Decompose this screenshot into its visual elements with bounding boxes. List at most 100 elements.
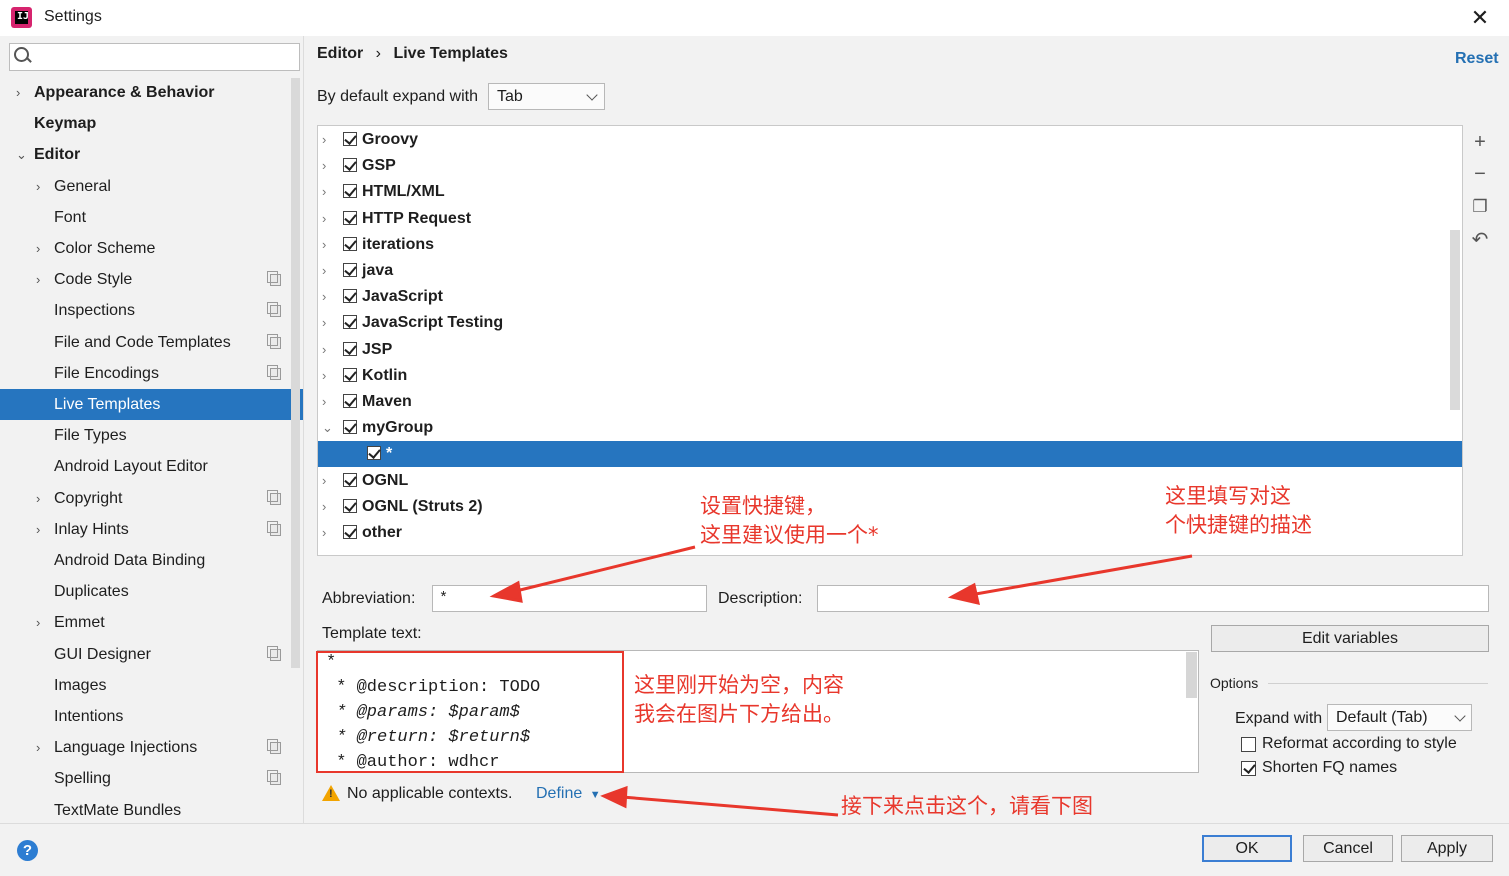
sidebar-item[interactable]: › Code Style xyxy=(0,264,303,295)
tree-checkbox[interactable] xyxy=(343,289,357,304)
tree-group-row[interactable]: › Maven xyxy=(318,389,1462,415)
template-scrollbar[interactable] xyxy=(1186,652,1197,698)
chevron-right-icon[interactable]: › xyxy=(322,363,326,389)
chevron-right-icon[interactable]: › xyxy=(322,232,326,258)
chevron-right-icon[interactable]: › xyxy=(322,127,326,153)
remove-template-button[interactable]: − xyxy=(1468,162,1492,186)
chevron-right-icon[interactable]: › xyxy=(322,389,326,415)
sidebar-item[interactable]: › Language Injections xyxy=(0,732,303,763)
chevron-right-icon[interactable]: › xyxy=(36,233,48,264)
chevron-right-icon[interactable]: › xyxy=(322,179,326,205)
chevron-right-icon[interactable]: › xyxy=(322,520,326,546)
sidebar-item[interactable]: Duplicates xyxy=(0,576,303,607)
tree-checkbox[interactable] xyxy=(343,210,357,225)
sidebar-item[interactable]: Live Templates xyxy=(0,389,303,420)
chevron-right-icon[interactable]: › xyxy=(322,494,326,520)
chevron-right-icon[interactable]: › xyxy=(322,206,326,232)
tree-group-row[interactable]: › java xyxy=(318,258,1462,284)
tree-checkbox[interactable] xyxy=(343,367,357,382)
ok-button[interactable]: OK xyxy=(1202,835,1292,862)
settings-search-input[interactable] xyxy=(9,43,300,71)
sidebar-item[interactable]: GUI Designer xyxy=(0,639,303,670)
chevron-right-icon[interactable]: › xyxy=(322,153,326,179)
tree-checkbox[interactable] xyxy=(343,263,357,277)
apply-button[interactable]: Apply xyxy=(1401,835,1493,862)
chevron-right-icon[interactable]: › xyxy=(322,468,326,494)
sidebar-item[interactable]: Intentions xyxy=(0,701,303,732)
tree-checkbox[interactable] xyxy=(343,420,357,435)
chevron-right-icon[interactable]: › xyxy=(36,607,48,638)
sidebar-scrollbar[interactable] xyxy=(291,78,300,668)
sidebar-item[interactable]: Font xyxy=(0,202,303,233)
tree-group-row[interactable]: › GSP xyxy=(318,153,1462,179)
tree-checkbox[interactable] xyxy=(343,184,357,199)
tree-template-row[interactable]: * xyxy=(318,441,1462,468)
tree-checkbox[interactable] xyxy=(343,341,357,356)
edit-variables-button[interactable]: Edit variables xyxy=(1211,625,1489,652)
sidebar-item[interactable]: ⌄ Editor xyxy=(0,139,303,170)
sidebar-item[interactable]: Inspections xyxy=(0,295,303,326)
chevron-right-icon[interactable]: › xyxy=(36,483,48,514)
tree-group-row[interactable]: › JSP xyxy=(318,337,1462,363)
sidebar-item[interactable]: › Inlay Hints xyxy=(0,514,303,545)
tree-group-row[interactable]: › iterations xyxy=(318,232,1462,258)
sidebar-item[interactable]: › Emmet xyxy=(0,607,303,638)
reformat-checkbox[interactable] xyxy=(1241,737,1256,752)
expand-with-select[interactable]: Default (Tab) xyxy=(1327,704,1472,731)
tree-group-row[interactable]: › JavaScript xyxy=(318,284,1462,310)
shorten-fq-checkbox[interactable] xyxy=(1241,761,1256,776)
tree-checkbox[interactable] xyxy=(343,158,357,173)
tree-group-row[interactable]: › HTML/XML xyxy=(318,179,1462,205)
tree-checkbox[interactable] xyxy=(367,446,381,461)
tree-checkbox[interactable] xyxy=(343,472,357,487)
chevron-down-icon[interactable]: ⌄ xyxy=(322,415,333,441)
chevron-down-icon[interactable]: ⌄ xyxy=(16,139,28,170)
tree-checkbox[interactable] xyxy=(343,394,357,408)
tree-checkbox[interactable] xyxy=(343,525,357,539)
chevron-right-icon[interactable]: › xyxy=(36,171,48,202)
sidebar-item[interactable]: File Types xyxy=(0,420,303,451)
define-contexts-link[interactable]: Define ▼ xyxy=(536,785,601,803)
tree-group-row[interactable]: › HTTP Request xyxy=(318,206,1462,232)
description-input[interactable] xyxy=(817,585,1489,612)
chevron-right-icon[interactable]: › xyxy=(322,284,326,310)
chevron-right-icon[interactable]: › xyxy=(322,258,326,284)
tree-checkbox[interactable] xyxy=(343,498,357,513)
chevron-right-icon[interactable]: › xyxy=(36,732,48,763)
chevron-right-icon[interactable]: › xyxy=(16,77,28,108)
tree-group-row[interactable]: ⌄ myGroup xyxy=(318,415,1462,441)
sidebar-item[interactable]: Keymap xyxy=(0,108,303,139)
sidebar-item[interactable]: › Appearance & Behavior xyxy=(0,77,303,108)
cancel-button[interactable]: Cancel xyxy=(1303,835,1393,862)
sidebar-item[interactable]: Spelling xyxy=(0,763,303,794)
chevron-right-icon[interactable]: › xyxy=(36,514,48,545)
tree-group-row[interactable]: › Kotlin xyxy=(318,363,1462,389)
chevron-right-icon[interactable]: › xyxy=(322,310,326,336)
default-expand-select[interactable]: Tab xyxy=(488,83,605,110)
copy-template-button[interactable]: ❐ xyxy=(1468,195,1492,219)
breadcrumb-parent[interactable]: Editor xyxy=(317,45,363,62)
sidebar-item[interactable]: › General xyxy=(0,171,303,202)
sidebar-item[interactable]: › Color Scheme xyxy=(0,233,303,264)
chevron-right-icon[interactable]: › xyxy=(322,337,326,363)
sidebar-item[interactable]: Android Data Binding xyxy=(0,545,303,576)
sidebar-item[interactable]: TextMate Bundles xyxy=(0,795,303,826)
help-icon[interactable]: ? xyxy=(17,840,38,861)
tree-checkbox[interactable] xyxy=(343,315,357,330)
tree-group-row[interactable]: › Groovy xyxy=(318,127,1462,153)
chevron-right-icon[interactable]: › xyxy=(36,264,48,295)
sidebar-item[interactable]: File Encodings xyxy=(0,358,303,389)
add-template-button[interactable]: + xyxy=(1468,130,1492,154)
abbreviation-input[interactable]: * xyxy=(432,585,707,612)
sidebar-item[interactable]: Android Layout Editor xyxy=(0,451,303,482)
sidebar-item[interactable]: Images xyxy=(0,670,303,701)
tree-group-row[interactable]: › JavaScript Testing xyxy=(318,310,1462,336)
reset-link[interactable]: Reset xyxy=(1455,50,1499,68)
close-button[interactable]: ✕ xyxy=(1466,4,1494,32)
restore-template-button[interactable]: ↶ xyxy=(1468,228,1492,252)
tree-checkbox[interactable] xyxy=(343,132,357,146)
sidebar-item[interactable]: › Copyright xyxy=(0,483,303,514)
sidebar-item[interactable]: File and Code Templates xyxy=(0,327,303,358)
tree-checkbox[interactable] xyxy=(343,236,357,251)
tree-scrollbar[interactable] xyxy=(1450,230,1460,410)
